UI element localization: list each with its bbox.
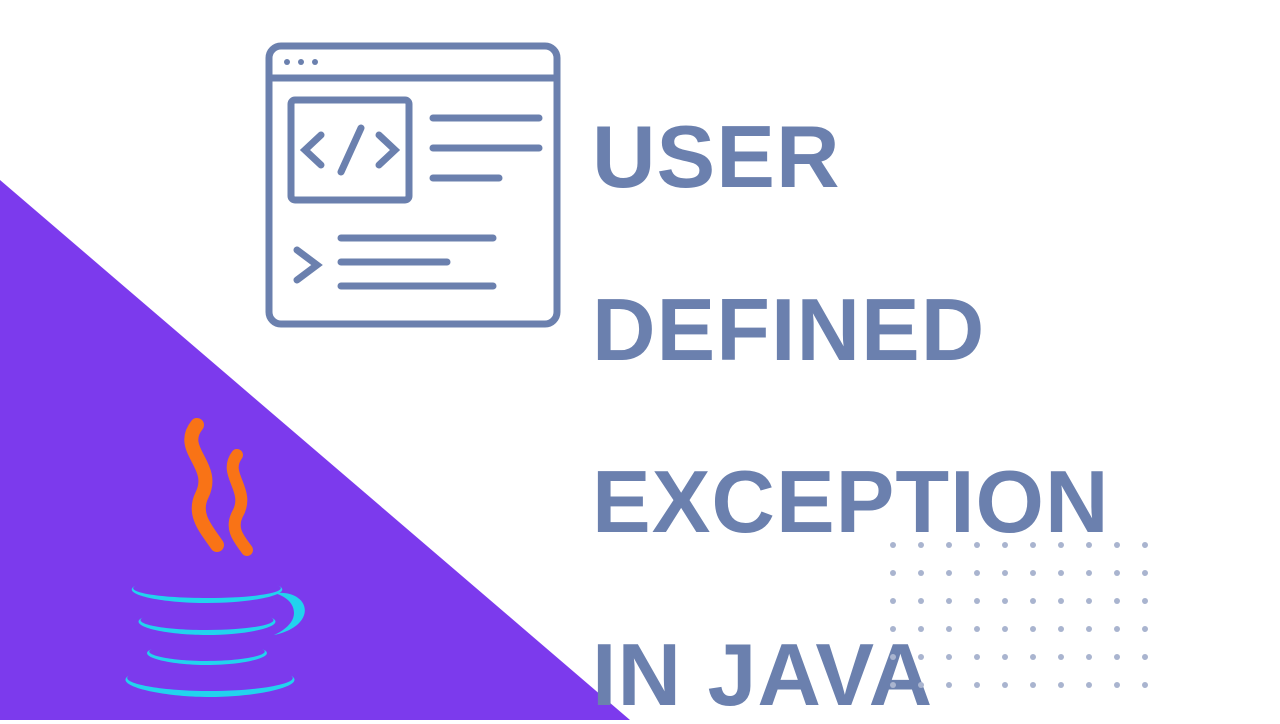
dot (1030, 626, 1036, 632)
dot (1002, 570, 1008, 576)
dot (974, 598, 980, 604)
dot (1058, 654, 1064, 660)
dot (1142, 654, 1148, 660)
dot (946, 542, 952, 548)
java-logo-icon (102, 415, 312, 705)
dot (1002, 626, 1008, 632)
dot (946, 626, 952, 632)
heading-line-2: DEFINED (592, 280, 985, 379)
dot (918, 598, 924, 604)
dot (974, 654, 980, 660)
dot (974, 542, 980, 548)
dot (918, 570, 924, 576)
dot (1002, 542, 1008, 548)
dot (1114, 682, 1120, 688)
dot (1030, 542, 1036, 548)
dot (1058, 570, 1064, 576)
dot (1114, 570, 1120, 576)
dot (1142, 542, 1148, 548)
dot (1002, 654, 1008, 660)
dot (1114, 542, 1120, 548)
dot (946, 682, 952, 688)
dot (1058, 626, 1064, 632)
dot (1142, 682, 1148, 688)
dot (1086, 654, 1092, 660)
dot (890, 570, 896, 576)
dot (890, 682, 896, 688)
dot (918, 542, 924, 548)
dot (974, 682, 980, 688)
dot (1058, 682, 1064, 688)
dot (1086, 542, 1092, 548)
heading-line-3: EXCEPTION (592, 452, 1110, 551)
dot (1086, 598, 1092, 604)
dot (918, 654, 924, 660)
dot (946, 598, 952, 604)
dot (1002, 682, 1008, 688)
dot (1058, 598, 1064, 604)
heading-line-1: USER (592, 107, 841, 206)
dot (890, 542, 896, 548)
code-window-icon (262, 40, 564, 330)
dot (1030, 598, 1036, 604)
dot (1142, 598, 1148, 604)
dot (946, 654, 952, 660)
dot (1114, 626, 1120, 632)
dot (1030, 570, 1036, 576)
dot (1030, 682, 1036, 688)
dot (1002, 598, 1008, 604)
heading-line-4: IN JAVA (592, 625, 933, 724)
dot (974, 626, 980, 632)
dot (1086, 570, 1092, 576)
dot (890, 654, 896, 660)
dot (1030, 654, 1036, 660)
dot (1058, 542, 1064, 548)
dot (890, 598, 896, 604)
dot (946, 570, 952, 576)
dot (1114, 598, 1120, 604)
decorative-dot-grid (890, 542, 1150, 690)
dot (918, 626, 924, 632)
dot (890, 626, 896, 632)
dot (1114, 654, 1120, 660)
dot (1142, 570, 1148, 576)
dot (1086, 682, 1092, 688)
dot (918, 682, 924, 688)
dot (974, 570, 980, 576)
dot (1142, 626, 1148, 632)
dot (1086, 626, 1092, 632)
